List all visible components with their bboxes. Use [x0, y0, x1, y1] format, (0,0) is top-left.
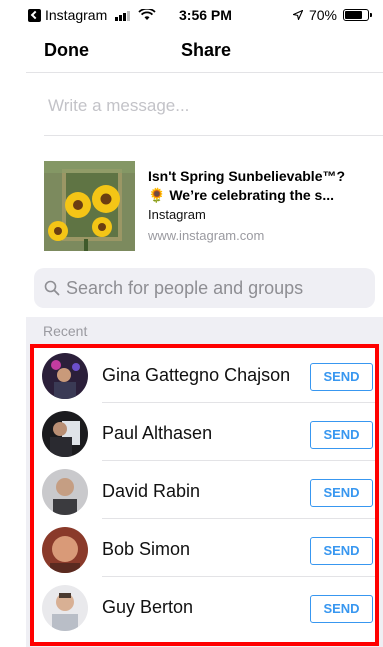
avatar [42, 585, 88, 631]
back-to-app-icon[interactable] [28, 8, 41, 22]
nav-bar: Done Share [26, 28, 383, 72]
recent-label: Recent [43, 323, 88, 339]
nav-divider [26, 72, 383, 73]
done-button[interactable]: Done [44, 40, 89, 61]
status-time: 3:56 PM [179, 7, 232, 23]
cellular-signal-icon [115, 10, 131, 21]
preview-thumbnail [44, 161, 135, 251]
contact-row[interactable]: David Rabin SEND [30, 461, 379, 519]
search-icon [44, 280, 60, 296]
avatar [42, 411, 88, 457]
send-button[interactable]: SEND [310, 595, 373, 623]
sunflower-image [44, 161, 135, 251]
battery-fill [345, 11, 362, 19]
back-app-label[interactable]: Instagram [45, 7, 107, 23]
contact-list: Gina Gattegno Chajson SEND Paul Althasen… [30, 345, 379, 643]
contact-name: Bob Simon [102, 539, 191, 559]
battery-percent: 70% [308, 7, 337, 23]
send-button[interactable]: SEND [310, 479, 373, 507]
preview-site: Instagram [148, 207, 206, 222]
page-title: Share [181, 40, 232, 60]
preview-title: Isn't Spring Sunbelievable™? [148, 168, 346, 184]
send-button[interactable]: SEND [310, 421, 373, 449]
location-arrow-icon [292, 10, 303, 20]
message-divider [44, 135, 383, 136]
status-right: 70% [292, 7, 372, 23]
search-bar[interactable] [34, 268, 375, 308]
avatar [42, 469, 88, 515]
send-button[interactable]: SEND [310, 537, 373, 565]
wifi-icon [138, 9, 156, 20]
avatar [42, 353, 88, 399]
preview-url: www.instagram.com [148, 228, 265, 243]
avatar [42, 527, 88, 573]
contact-row[interactable]: Paul Althasen SEND [30, 403, 379, 461]
contact-name: David Rabin [102, 481, 201, 501]
contact-name: Guy Berton [102, 597, 194, 617]
contact-name: Gina Gattegno Chajson [102, 365, 291, 385]
contact-name: Paul Althasen [102, 423, 213, 443]
contact-row[interactable]: Guy Berton SEND [30, 577, 379, 635]
search-input[interactable] [66, 277, 366, 299]
status-bar: Instagram 3:56 PM 70% [26, 0, 383, 28]
contact-row[interactable]: Bob Simon SEND [30, 519, 379, 577]
battery-icon [343, 9, 372, 21]
message-field[interactable]: Write a message... [48, 96, 189, 116]
status-left: Instagram [28, 7, 156, 23]
preview-subtitle: 🌻 We’re celebrating the s... [148, 187, 335, 203]
share-screen: Instagram 3:56 PM 70% Done Share Write a… [26, 0, 383, 647]
contact-row[interactable]: Gina Gattegno Chajson SEND [30, 345, 379, 403]
send-button[interactable]: SEND [310, 363, 373, 391]
